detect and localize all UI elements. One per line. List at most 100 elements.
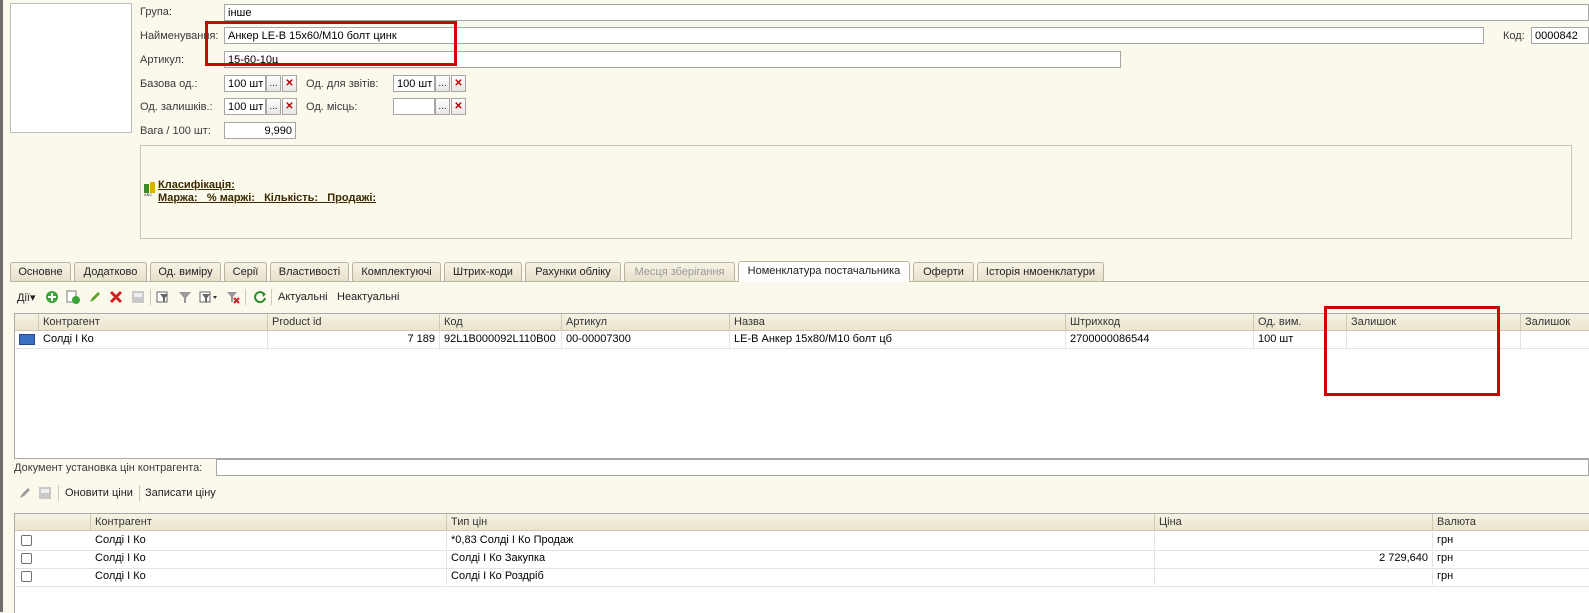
col-header-code[interactable]: Код: [440, 314, 562, 331]
price-toolbar-separator: [58, 485, 59, 501]
margin-line[interactable]: Маржа: % маржі: Кількість: Продажі:: [158, 192, 376, 204]
base-unit-field[interactable]: 100 шт: [224, 75, 266, 92]
cell-barcode: 2700000086544: [1066, 331, 1254, 348]
cell-price: 2 729,640: [1155, 550, 1433, 567]
table-row[interactable]: Солді І Ко Солді І Ко Роздріб грн: [15, 568, 1589, 587]
cell-currency: грн: [1433, 532, 1589, 549]
article-label: Артикул:: [140, 54, 185, 66]
add-icon[interactable]: [45, 290, 59, 304]
weight-field[interactable]: 9,990: [224, 122, 296, 139]
place-unit-clear-button[interactable]: ✕: [451, 98, 466, 115]
weight-label: Вага / 100 шт:: [140, 125, 211, 137]
filter-list-icon[interactable]: [199, 290, 217, 304]
code-field[interactable]: 0000842: [1531, 27, 1589, 44]
classification-icon: ABC: [144, 182, 156, 197]
window-edge: [0, 0, 3, 612]
toolbar-separator-3: [271, 289, 272, 305]
edit-icon[interactable]: [88, 290, 102, 304]
cell-price: [1155, 532, 1433, 549]
price-col-header-currency[interactable]: Валюта: [1433, 514, 1589, 531]
cell-currency: грн: [1433, 568, 1589, 585]
stock-unit-select-button[interactable]: ...: [266, 98, 281, 115]
actions-label: Дії: [17, 292, 30, 304]
tab-offers[interactable]: Оферти: [913, 262, 974, 281]
save-price-icon[interactable]: [38, 486, 52, 500]
report-unit-field[interactable]: 100 шт: [393, 75, 435, 92]
report-unit-clear-button[interactable]: ✕: [451, 75, 466, 92]
price-col-header-type[interactable]: Тип цін: [447, 514, 1155, 531]
cell-stock-2: [1521, 331, 1589, 348]
tab-accounts[interactable]: Рахунки обліку: [525, 262, 621, 281]
classification-link[interactable]: Класифікація:: [158, 179, 235, 191]
place-unit-field[interactable]: [393, 98, 435, 115]
cell-counterparty: Солді І Ко: [39, 331, 268, 348]
cell-counterparty: Солді І Ко: [91, 550, 447, 567]
delete-icon[interactable]: [109, 290, 123, 304]
cell-counterparty: Солді І Ко: [91, 532, 447, 549]
refresh-icon[interactable]: [253, 290, 267, 304]
col-header-product-id[interactable]: Product id: [268, 314, 440, 331]
row-checkbox[interactable]: [21, 535, 32, 546]
col-header-article[interactable]: Артикул: [562, 314, 730, 331]
row-checkbox[interactable]: [21, 571, 32, 582]
actual-filter-button[interactable]: Актуальні: [278, 291, 328, 303]
tab-components[interactable]: Комплектуючі: [352, 262, 441, 281]
row-type-icon: [19, 334, 35, 345]
tab-additional[interactable]: Додатково: [74, 262, 147, 281]
stock-unit-clear-button[interactable]: ✕: [282, 98, 297, 115]
tab-supplier-nomenclature[interactable]: Номенклатура постачальника: [738, 261, 910, 282]
group-field[interactable]: інше: [224, 4, 1589, 21]
product-photo[interactable]: [10, 3, 132, 133]
copy-icon[interactable]: [66, 290, 80, 304]
row-checkbox[interactable]: [21, 553, 32, 564]
price-doc-label: Документ установка цін контрагента:: [14, 462, 203, 474]
cell-counterparty: Солді І Ко: [91, 568, 447, 585]
toolbar-separator-2: [245, 289, 246, 305]
tab-units[interactable]: Од. виміру: [150, 262, 221, 281]
save-price-button[interactable]: Записати ціну: [145, 487, 216, 499]
tab-history[interactable]: Історія нмоенклатури: [977, 262, 1104, 281]
cell-price: [1155, 568, 1433, 585]
filter-settings-icon[interactable]: [156, 290, 170, 304]
refresh-prices-button[interactable]: Оновити ціни: [65, 487, 133, 499]
edit-price-icon[interactable]: [18, 486, 32, 500]
price-col-header-price[interactable]: Ціна: [1155, 514, 1433, 531]
nonactual-filter-button[interactable]: Неактуальні: [337, 291, 399, 303]
report-unit-label: Од. для звітів:: [306, 78, 379, 90]
report-unit-select-button[interactable]: ...: [435, 75, 450, 92]
actions-menu[interactable]: Дії▾: [17, 291, 35, 304]
base-unit-label: Базова од.:: [140, 78, 198, 90]
col-header-barcode[interactable]: Штрихкод: [1066, 314, 1254, 331]
tab-storage[interactable]: Месця зберігання: [624, 262, 735, 281]
tab-barcodes[interactable]: Штрих-коди: [444, 262, 522, 281]
price-doc-field[interactable]: [216, 459, 1589, 476]
stock-unit-field[interactable]: 100 шт: [224, 98, 266, 115]
cell-price-type: *0,83 Солді І Ко Продаж: [447, 532, 1155, 549]
cell-code: 92L1B000092L110B00: [440, 331, 562, 348]
base-unit-select-button[interactable]: ...: [266, 75, 281, 92]
col-header-counterparty[interactable]: Контрагент: [39, 314, 268, 331]
price-col-header-counterparty[interactable]: Контрагент: [91, 514, 447, 531]
chevron-down-icon: ▾: [29, 292, 36, 304]
highlight-stock-box: [1324, 306, 1500, 396]
base-unit-clear-button[interactable]: ✕: [282, 75, 297, 92]
tab-main[interactable]: Основне: [10, 262, 71, 281]
tab-series[interactable]: Серії: [224, 262, 267, 281]
price-grid[interactable]: Контрагент Тип цін Ціна Валюта Солді І К…: [14, 513, 1589, 613]
col-header-name[interactable]: Назва: [730, 314, 1066, 331]
tab-properties[interactable]: Властивості: [270, 262, 349, 281]
place-unit-select-button[interactable]: ...: [435, 98, 450, 115]
cell-article: 00-00007300: [562, 331, 730, 348]
stock-unit-label: Од. залишків.:: [140, 101, 213, 113]
post-icon[interactable]: [131, 290, 145, 304]
cell-product-id: 7 189: [268, 331, 440, 348]
group-label: Група:: [140, 6, 172, 18]
filter-icon[interactable]: [178, 290, 192, 304]
clear-filter-icon[interactable]: [226, 290, 240, 304]
grid-header-icon-col: [15, 314, 39, 331]
table-row[interactable]: Солді І Ко Солді І Ко Закупка 2 729,640 …: [15, 550, 1589, 569]
table-row[interactable]: Солді І Ко *0,83 Солді І Ко Продаж грн: [15, 532, 1589, 551]
highlight-name-box: [205, 21, 457, 66]
col-header-stock-2[interactable]: Залишок: [1521, 314, 1589, 331]
cell-name: LE-B Анкер 15х80/М10 болт цб: [730, 331, 1066, 348]
